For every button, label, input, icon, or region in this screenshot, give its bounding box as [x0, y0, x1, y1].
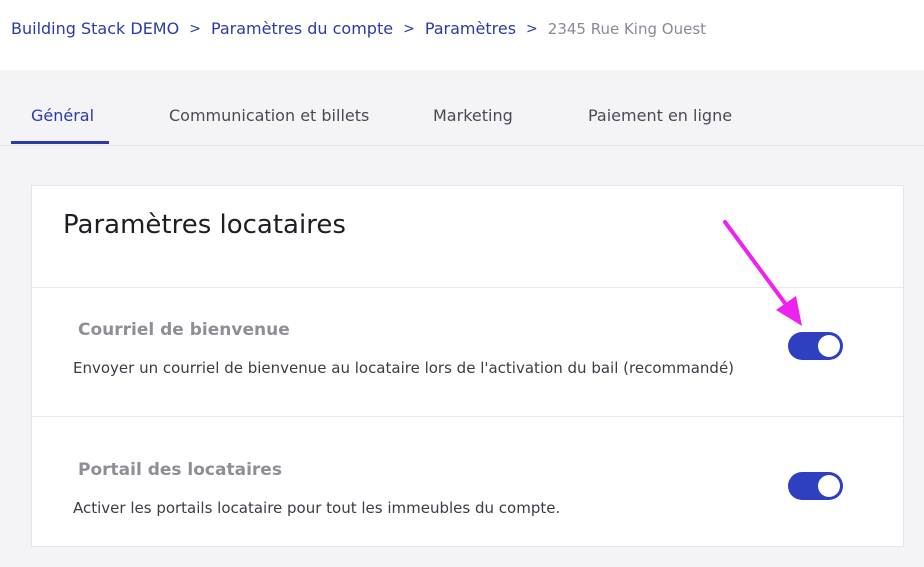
breadcrumb: Building Stack DEMO > Paramètres du comp… — [11, 19, 706, 39]
tenant-portal-toggle[interactable] — [788, 472, 843, 500]
breadcrumb-separator: > — [526, 21, 538, 37]
welcome-email-title: Courriel de bienvenue — [78, 320, 290, 340]
tenant-portal-title: Portail des locataires — [78, 460, 282, 480]
divider — [32, 416, 903, 417]
toggle-knob — [818, 475, 840, 497]
breadcrumb-separator: > — [403, 21, 415, 37]
breadcrumb-bar: Building Stack DEMO > Paramètres du comp… — [0, 0, 924, 70]
toggle-knob — [818, 335, 840, 357]
tab-general[interactable]: Général — [31, 106, 94, 125]
tab-bar: Général Communication et billets Marketi… — [0, 70, 924, 146]
tab-marketing[interactable]: Marketing — [433, 106, 513, 125]
breadcrumb-link-settings[interactable]: Paramètres — [425, 19, 516, 39]
breadcrumb-current: 2345 Rue King Ouest — [547, 20, 707, 38]
tab-communication-and-tickets[interactable]: Communication et billets — [169, 106, 369, 125]
breadcrumb-link-building-stack-demo[interactable]: Building Stack DEMO — [11, 19, 179, 39]
arrow-annotation-icon — [723, 220, 802, 326]
card-title: Paramètres locataires — [63, 210, 346, 240]
tenant-portal-description: Activer les portails locataire pour tout… — [73, 499, 561, 517]
breadcrumb-link-account-settings[interactable]: Paramètres du compte — [211, 19, 393, 39]
welcome-email-toggle[interactable] — [788, 332, 843, 360]
breadcrumb-separator: > — [189, 21, 201, 37]
active-tab-indicator — [11, 141, 109, 144]
welcome-email-description: Envoyer un courriel de bienvenue au loca… — [73, 359, 735, 377]
tab-online-payment[interactable]: Paiement en ligne — [588, 106, 732, 125]
